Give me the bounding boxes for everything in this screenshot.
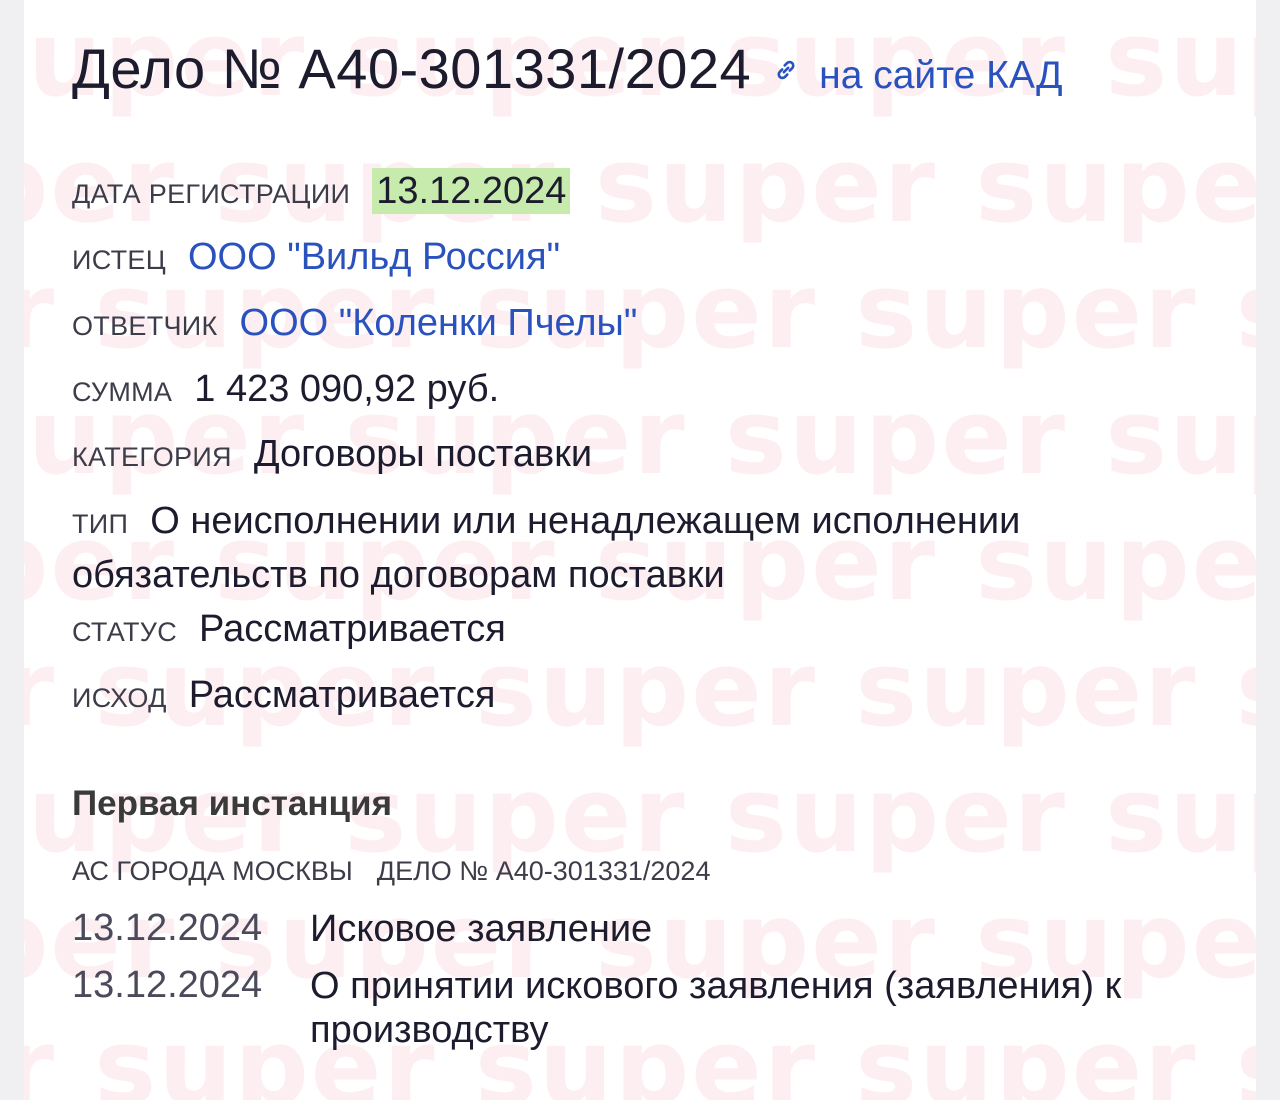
field-label: КАТЕГОРИЯ: [72, 442, 232, 472]
amount-value: 1 423 090,92 руб.: [194, 368, 500, 410]
field-type: ТИП О неисполнении или ненадлежащем испол…: [72, 498, 1172, 606]
plaintiff-link[interactable]: ООО "Вильд Россия": [188, 236, 560, 278]
court-info: АС ГОРОДА МОСКВЫ ДЕЛО № А40-301331/2024: [72, 856, 710, 887]
field-category: КАТЕГОРИЯ Договоры поставки: [72, 433, 592, 476]
event-row: 13.12.2024 О принятии искового заявления…: [72, 964, 1230, 1052]
field-label: ОТВЕТЧИК: [72, 311, 218, 341]
case-header: Дело № А40-301331/2024 на сайте КАД: [72, 36, 1063, 101]
defendant-link[interactable]: ООО "Коленки Пчелы": [240, 302, 638, 344]
kad-link[interactable]: на сайте КАД: [773, 54, 1063, 98]
field-registration-date: ДАТА РЕГИСТРАЦИИ 13.12.2024: [72, 168, 571, 214]
field-label: ДАТА РЕГИСТРАЦИИ: [72, 179, 351, 209]
type-value: О неисполнении или ненадлежащем исполнен…: [72, 500, 1021, 596]
outcome-value: Рассматривается: [188, 674, 496, 716]
field-plaintiff: ИСТЕЦ ООО "Вильд Россия": [72, 236, 560, 279]
field-label: ТИП: [72, 509, 129, 539]
court-case-ref: ДЕЛО № А40-301331/2024: [376, 856, 711, 886]
field-defendant: ОТВЕТЧИК ООО "Коленки Пчелы": [72, 302, 637, 345]
case-title: Дело № А40-301331/2024: [72, 37, 752, 100]
link-icon: [777, 60, 795, 80]
field-label: ИСТЕЦ: [72, 245, 166, 275]
status-value: Рассматривается: [199, 608, 506, 650]
registration-date-value: 13.12.2024: [372, 168, 571, 214]
field-status: СТАТУС Рассматривается: [72, 608, 506, 651]
field-label: СУММА: [72, 377, 173, 407]
category-value: Договоры поставки: [253, 433, 593, 475]
field-outcome: ИСХОД Рассматривается: [72, 674, 495, 717]
event-date: 13.12.2024: [72, 964, 263, 1006]
field-amount: СУММА 1 423 090,92 руб.: [72, 368, 499, 411]
event-description[interactable]: Исковое заявление: [310, 907, 1230, 951]
court-name: АС ГОРОДА МОСКВЫ: [72, 856, 353, 886]
event-description[interactable]: О принятии искового заявления (заявления…: [310, 964, 1230, 1052]
field-label: СТАТУС: [72, 617, 178, 647]
kad-link-label: на сайте КАД: [819, 54, 1063, 97]
event-row: 13.12.2024 Исковое заявление: [72, 907, 1230, 951]
section-title: Первая инстанция: [72, 784, 392, 823]
event-date: 13.12.2024: [72, 907, 263, 949]
field-label: ИСХОД: [72, 683, 167, 713]
case-card: super super super super super super supe…: [24, 0, 1256, 1100]
